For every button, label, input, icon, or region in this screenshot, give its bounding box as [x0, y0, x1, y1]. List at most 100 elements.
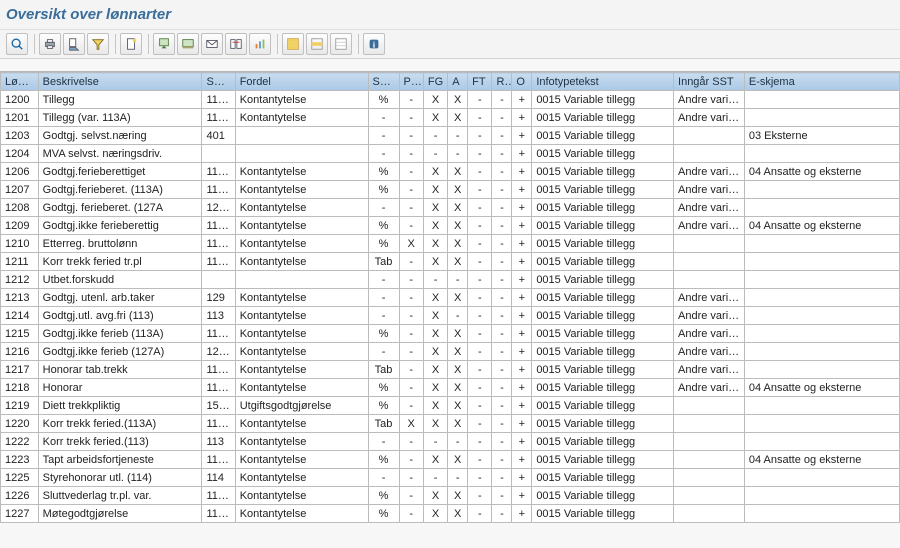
new-doc-icon[interactable]	[120, 33, 142, 55]
cell-ft: -	[468, 415, 492, 433]
cell-a: X	[448, 181, 468, 199]
cell-sk: %	[368, 505, 399, 523]
table-row[interactable]: 1218Honorar11…Kontantytelse%-XX--+0015 V…	[1, 379, 900, 397]
cell-esk: 04 Ansatte og eksterne	[744, 451, 899, 469]
col-beskrivelse[interactable]: Beskrivelse	[38, 73, 202, 91]
table-row[interactable]: 1210Etterreg. bruttolønn11…Kontantytelse…	[1, 235, 900, 253]
cell-sd: 113	[202, 307, 235, 325]
cell-ft: -	[468, 109, 492, 127]
table-row[interactable]: 1216Godtgj.ikke ferieb (127A)12…Kontanty…	[1, 343, 900, 361]
col-fg[interactable]: FG	[423, 73, 447, 91]
table-row[interactable]: 1206Godtgj.ferieberettiget11…Kontantytel…	[1, 163, 900, 181]
cell-sk: %	[368, 235, 399, 253]
cell-fg: X	[423, 181, 447, 199]
cell-besk: Honorar tab.trekk	[38, 361, 202, 379]
cell-esk	[744, 361, 899, 379]
select-all-icon[interactable]	[282, 33, 304, 55]
export-icon[interactable]	[153, 33, 175, 55]
cell-sst: Andre vari…	[674, 217, 745, 235]
table-row[interactable]: 1222Korr trekk feried.(113)113Kontantyte…	[1, 433, 900, 451]
cell-besk: Godtgj.ikke ferieb (127A)	[38, 343, 202, 361]
cell-o: +	[512, 361, 532, 379]
export-local-icon[interactable]	[177, 33, 199, 55]
cell-lon: 1225	[1, 469, 39, 487]
data-grid[interactable]: Løn… Beskrivelse SD-… Fordel Sk… PG FG A…	[0, 71, 900, 548]
deselect-all-icon[interactable]	[330, 33, 352, 55]
cell-pg: -	[399, 199, 423, 217]
table-row[interactable]: 1204MVA selvst. næringsdriv.------+0015 …	[1, 145, 900, 163]
col-sk[interactable]: Sk…	[368, 73, 399, 91]
cell-fordel: Kontantytelse	[235, 415, 368, 433]
cell-sk: -	[368, 199, 399, 217]
change-layout-icon[interactable]	[225, 33, 247, 55]
table-row[interactable]: 1225Styrehonorar utl. (114)114Kontantyte…	[1, 469, 900, 487]
cell-besk: Korr trekk feried.(113)	[38, 433, 202, 451]
graph-icon[interactable]	[249, 33, 271, 55]
table-row[interactable]: 1209Godtgj.ikke ferieberettig11…Kontanty…	[1, 217, 900, 235]
cell-o: +	[512, 451, 532, 469]
col-o[interactable]: O	[512, 73, 532, 91]
col-inngar-sst[interactable]: Inngår SST	[674, 73, 745, 91]
cell-fordel: Kontantytelse	[235, 451, 368, 469]
cell-fg: -	[423, 271, 447, 289]
col-r[interactable]: R…	[492, 73, 512, 91]
filter-icon[interactable]	[87, 33, 109, 55]
cell-it: 0015 Variable tillegg	[532, 379, 674, 397]
col-lon[interactable]: Løn…	[1, 73, 39, 91]
col-ft[interactable]: FT	[468, 73, 492, 91]
table-row[interactable]: 1211Korr trekk feried tr.pl11…Kontantyte…	[1, 253, 900, 271]
cell-sst	[674, 271, 745, 289]
mail-icon[interactable]	[201, 33, 223, 55]
table-row[interactable]: 1217Honorar tab.trekk11…KontantytelseTab…	[1, 361, 900, 379]
table-row[interactable]: 1220Korr trekk feried.(113A)11…Kontantyt…	[1, 415, 900, 433]
cell-a: X	[448, 361, 468, 379]
cell-lon: 1207	[1, 181, 39, 199]
table-row[interactable]: 1226Sluttvederlag tr.pl. var.11…Kontanty…	[1, 487, 900, 505]
cell-it: 0015 Variable tillegg	[532, 487, 674, 505]
table-row[interactable]: 1207Godtgj.ferieberet. (113A)11…Kontanty…	[1, 181, 900, 199]
cell-o: +	[512, 181, 532, 199]
table-row[interactable]: 1223Tapt arbeidsfortjeneste11…Kontantyte…	[1, 451, 900, 469]
details-icon[interactable]	[6, 33, 28, 55]
cell-a: X	[448, 109, 468, 127]
col-eskjema[interactable]: E-skjema	[744, 73, 899, 91]
table-row[interactable]: 1215Godtgj.ikke ferieb (113A)11…Kontanty…	[1, 325, 900, 343]
select-block-icon[interactable]	[306, 33, 328, 55]
cell-esk	[744, 109, 899, 127]
cell-lon: 1214	[1, 307, 39, 325]
toolbar-separator	[115, 34, 116, 54]
cell-pg: -	[399, 217, 423, 235]
cell-besk: Etterreg. bruttolønn	[38, 235, 202, 253]
info-icon[interactable]: i	[363, 33, 385, 55]
cell-sst: Andre vari…	[674, 379, 745, 397]
cell-sd	[202, 145, 235, 163]
cell-fordel	[235, 127, 368, 145]
col-fordel[interactable]: Fordel	[235, 73, 368, 91]
table-row[interactable]: 1201Tillegg (var. 113A)11…Kontantytelse-…	[1, 109, 900, 127]
cell-pg: -	[399, 451, 423, 469]
print-preview-icon[interactable]	[63, 33, 85, 55]
cell-pg: -	[399, 469, 423, 487]
cell-lon: 1210	[1, 235, 39, 253]
table-row[interactable]: 1227Møtegodtgjørelse11…Kontantytelse%-XX…	[1, 505, 900, 523]
col-infotypetekst[interactable]: Infotypetekst	[532, 73, 674, 91]
col-pg[interactable]: PG	[399, 73, 423, 91]
table-row[interactable]: 1203Godtgj. selvst.næring401------+0015 …	[1, 127, 900, 145]
cell-r: -	[492, 379, 512, 397]
table-row[interactable]: 1208Godtgj. ferieberet. (127A12…Kontanty…	[1, 199, 900, 217]
toolbar-separator	[277, 34, 278, 54]
cell-sk: -	[368, 289, 399, 307]
col-a[interactable]: A	[448, 73, 468, 91]
table-row[interactable]: 1219Diett trekkpliktig15…Utgiftsgodtgjør…	[1, 397, 900, 415]
print-icon[interactable]	[39, 33, 61, 55]
table-row[interactable]: 1214Godtgj.utl. avg.fri (113)113Kontanty…	[1, 307, 900, 325]
table-row[interactable]: 1213Godtgj. utenl. arb.taker129Kontantyt…	[1, 289, 900, 307]
cell-r: -	[492, 433, 512, 451]
table-row[interactable]: 1200Tillegg11…Kontantytelse%-XX--+0015 V…	[1, 91, 900, 109]
cell-fordel: Kontantytelse	[235, 469, 368, 487]
col-sd[interactable]: SD-…	[202, 73, 235, 91]
cell-lon: 1226	[1, 487, 39, 505]
cell-sd: 129	[202, 289, 235, 307]
cell-ft: -	[468, 397, 492, 415]
table-row[interactable]: 1212Utbet.forskudd------+0015 Variable t…	[1, 271, 900, 289]
